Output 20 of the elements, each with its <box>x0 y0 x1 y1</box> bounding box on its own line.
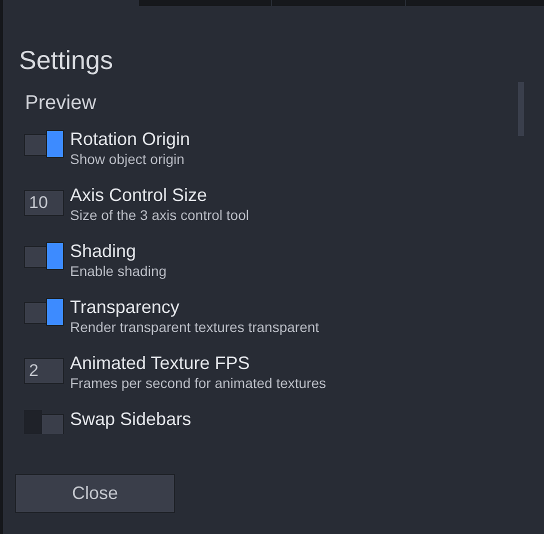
setting-description: Enable shading <box>70 262 167 280</box>
setting-title: Animated Texture FPS <box>70 352 250 374</box>
dialog-title: Settings <box>19 44 113 76</box>
number-field[interactable]: 10 <box>24 190 64 216</box>
setting-title: Shading <box>70 240 136 262</box>
toggle-switch[interactable] <box>24 298 64 326</box>
setting-description: Size of the 3 axis control tool <box>70 206 249 224</box>
section-heading: Preview <box>25 91 96 116</box>
setting-description: Frames per second for animated textures <box>70 374 326 392</box>
setting-title: Transparency <box>70 296 180 318</box>
toggle-switch[interactable] <box>24 410 64 434</box>
setting-description: Render transparent textures transparent <box>70 318 320 336</box>
close-button[interactable]: Close <box>15 474 175 513</box>
number-field[interactable]: 2 <box>24 358 64 384</box>
setting-description: Show object origin <box>70 150 184 168</box>
setting-title: Swap Sidebars <box>70 408 192 430</box>
setting-title: Rotation Origin <box>70 128 190 150</box>
setting-title: Axis Control Size <box>70 184 208 206</box>
toggle-switch[interactable] <box>24 242 64 270</box>
toggle-switch[interactable] <box>24 130 64 158</box>
